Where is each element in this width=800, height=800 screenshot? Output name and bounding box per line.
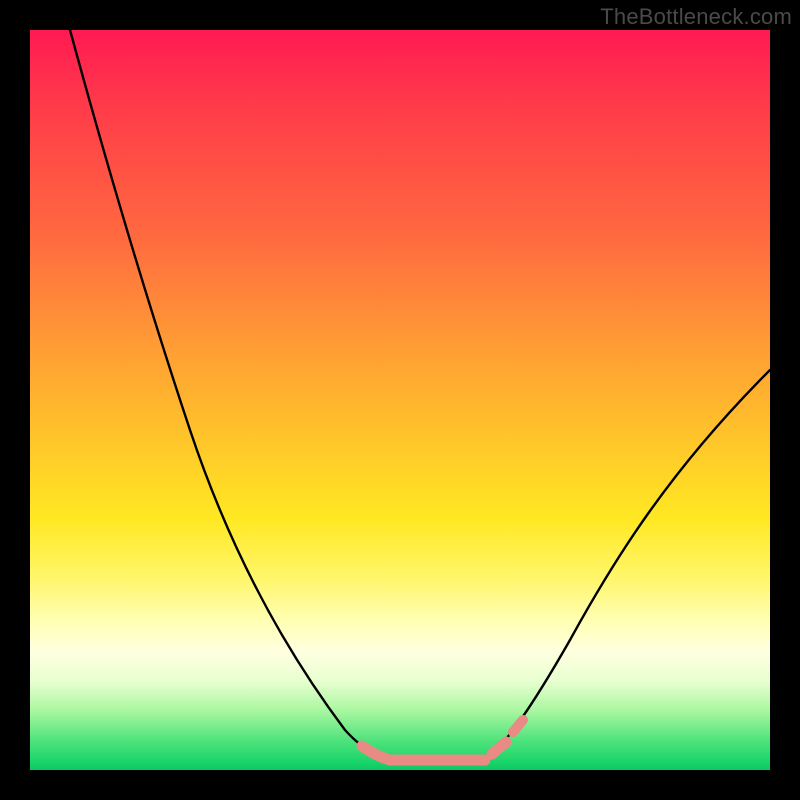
highlight-seg-3 <box>492 742 506 754</box>
floor-highlight-group <box>362 720 523 760</box>
bottleneck-curve <box>70 30 770 762</box>
curve-svg <box>30 30 770 770</box>
watermark-text: TheBottleneck.com <box>600 4 792 30</box>
highlight-seg-4 <box>513 720 523 732</box>
plot-area <box>30 30 770 770</box>
chart-frame: TheBottleneck.com <box>0 0 800 800</box>
